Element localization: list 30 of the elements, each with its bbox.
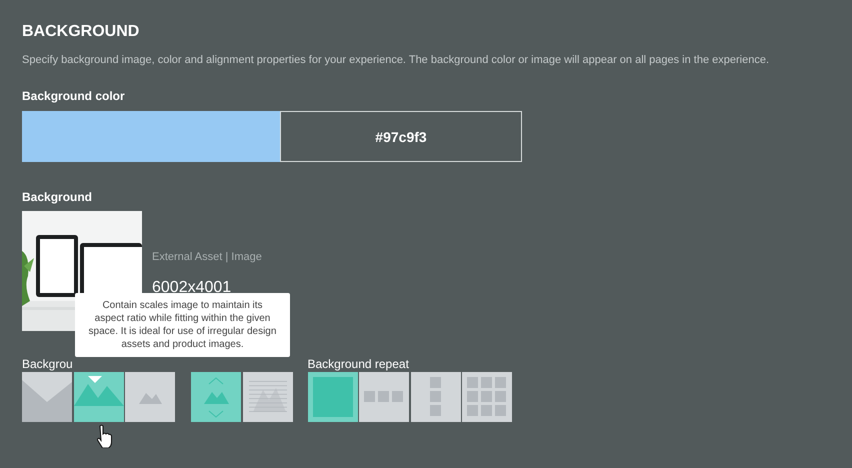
scroll-icon (204, 377, 229, 418)
option-tile[interactable] (462, 372, 512, 422)
option-tile[interactable] (308, 372, 358, 422)
asset-type: External Asset | Image (152, 250, 262, 265)
section-title: BACKGROUND (22, 22, 140, 42)
option-tile[interactable] (191, 372, 241, 422)
repeat-x-icon (364, 391, 403, 402)
contain-icon (74, 384, 124, 406)
tooltip-arrow (88, 376, 102, 383)
repeat-y-icon (430, 377, 440, 416)
no-repeat-icon (312, 377, 352, 417)
option-tile[interactable] (125, 372, 175, 422)
description: Specify background image, color and alignment properties for your experience. The background color or image will appear on all pages in the experience. (22, 53, 770, 67)
option-label: Backgrou (22, 357, 74, 371)
color-swatch[interactable] (22, 111, 280, 162)
tooltip: Contain scales image to maintain its aspect ratio while fitting within the given space. It is ideal for use of irregular design assets and product images. (75, 293, 290, 357)
fixed-icon (248, 381, 286, 412)
option-tile[interactable] (359, 372, 409, 422)
option-tile[interactable] (74, 372, 124, 422)
color-input[interactable]: #97c9f3 (280, 111, 522, 162)
center-icon (139, 393, 162, 404)
hand-cursor-icon (96, 424, 112, 448)
cover-icon (22, 380, 72, 422)
field-label: Background color (22, 89, 126, 103)
field-label: Background (22, 190, 94, 204)
repeat-icon (467, 377, 506, 416)
option-tile[interactable] (22, 372, 72, 422)
option-tile[interactable] (242, 372, 292, 422)
option-tile[interactable] (410, 372, 460, 422)
option-label: Background repeat (308, 357, 410, 371)
